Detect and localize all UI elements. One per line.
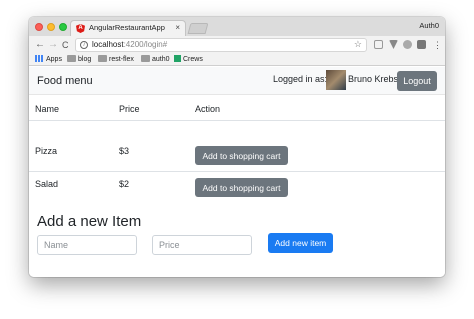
- new-tab-button[interactable]: [187, 23, 209, 34]
- table-header-divider: [29, 120, 445, 121]
- column-header-name: Name: [35, 104, 60, 114]
- forward-icon[interactable]: →: [48, 39, 58, 51]
- price-input[interactable]: [152, 235, 252, 255]
- navbar-brand[interactable]: Food menu: [37, 75, 93, 87]
- browser-window: A AngularRestaurantApp × Auth0 ← → C i l…: [29, 17, 445, 277]
- bookmark-apps[interactable]: Apps: [35, 55, 62, 63]
- row-price-salad: $2: [119, 179, 130, 189]
- browser-tab[interactable]: A AngularRestaurantApp ×: [70, 20, 186, 36]
- minimize-window-button[interactable]: [47, 23, 55, 31]
- add-item-title: Add a new Item: [37, 213, 142, 230]
- address-bar[interactable]: i localhost:4200/login# ☆: [75, 38, 367, 52]
- add-to-cart-button-pizza[interactable]: Add to shopping cart: [195, 146, 288, 165]
- filter-extension-icon[interactable]: [389, 40, 398, 49]
- apps-icon: [35, 55, 44, 62]
- app-navbar: Food menu Logged in as: Bruno Krebs Logo…: [29, 67, 445, 95]
- extension-icon[interactable]: [374, 40, 383, 49]
- angular-icon: A: [76, 24, 85, 33]
- row-name-pizza: Pizza: [35, 146, 58, 156]
- add-new-item-button[interactable]: Add new item: [268, 233, 333, 253]
- row-name-salad: Salad: [35, 179, 59, 189]
- avatar: [326, 70, 346, 90]
- crews-icon: [174, 55, 181, 62]
- bookmark-auth0[interactable]: auth0: [141, 55, 170, 63]
- row-price-pizza: $3: [119, 146, 130, 156]
- shield-extension-icon[interactable]: [403, 40, 412, 49]
- column-header-action: Action: [195, 104, 221, 114]
- bookmark-blog[interactable]: blog: [67, 55, 91, 63]
- title-bar: A AngularRestaurantApp × Auth0: [29, 17, 445, 36]
- info-icon[interactable]: i: [80, 41, 88, 49]
- logged-in-label: Logged in as:: [273, 74, 328, 84]
- page-content: Food menu Logged in as: Bruno Krebs Logo…: [29, 67, 445, 277]
- cast-extension-icon[interactable]: [417, 40, 426, 49]
- bookmark-star-icon[interactable]: ☆: [354, 39, 362, 50]
- folder-icon: [98, 55, 107, 62]
- profile-label[interactable]: Auth0: [419, 21, 439, 30]
- table-row-divider: [29, 171, 445, 172]
- user-name: Bruno Krebs: [348, 74, 399, 84]
- name-input[interactable]: [37, 235, 137, 255]
- bookmark-crews[interactable]: Crews: [174, 55, 203, 63]
- folder-icon: [67, 55, 76, 62]
- menu-icon[interactable]: ⋮: [433, 39, 442, 51]
- maximize-window-button[interactable]: [59, 23, 67, 31]
- bookmarks-bar: Apps blog rest-flex auth0 Crews: [29, 54, 445, 66]
- back-icon[interactable]: ←: [35, 39, 45, 51]
- tab-close-icon[interactable]: ×: [175, 23, 180, 32]
- add-to-cart-button-salad[interactable]: Add to shopping cart: [195, 178, 288, 197]
- url-text: localhost:4200/login#: [92, 40, 168, 49]
- bookmark-rest-flex[interactable]: rest-flex: [98, 55, 134, 63]
- browser-toolbar: ← → C i localhost:4200/login# ☆ ⋮: [29, 36, 445, 54]
- logout-button[interactable]: Logout: [397, 71, 437, 91]
- reload-icon[interactable]: C: [62, 39, 69, 51]
- close-window-button[interactable]: [35, 23, 43, 31]
- column-header-price: Price: [119, 104, 140, 114]
- folder-icon: [141, 55, 150, 62]
- tab-title: AngularRestaurantApp: [89, 23, 165, 32]
